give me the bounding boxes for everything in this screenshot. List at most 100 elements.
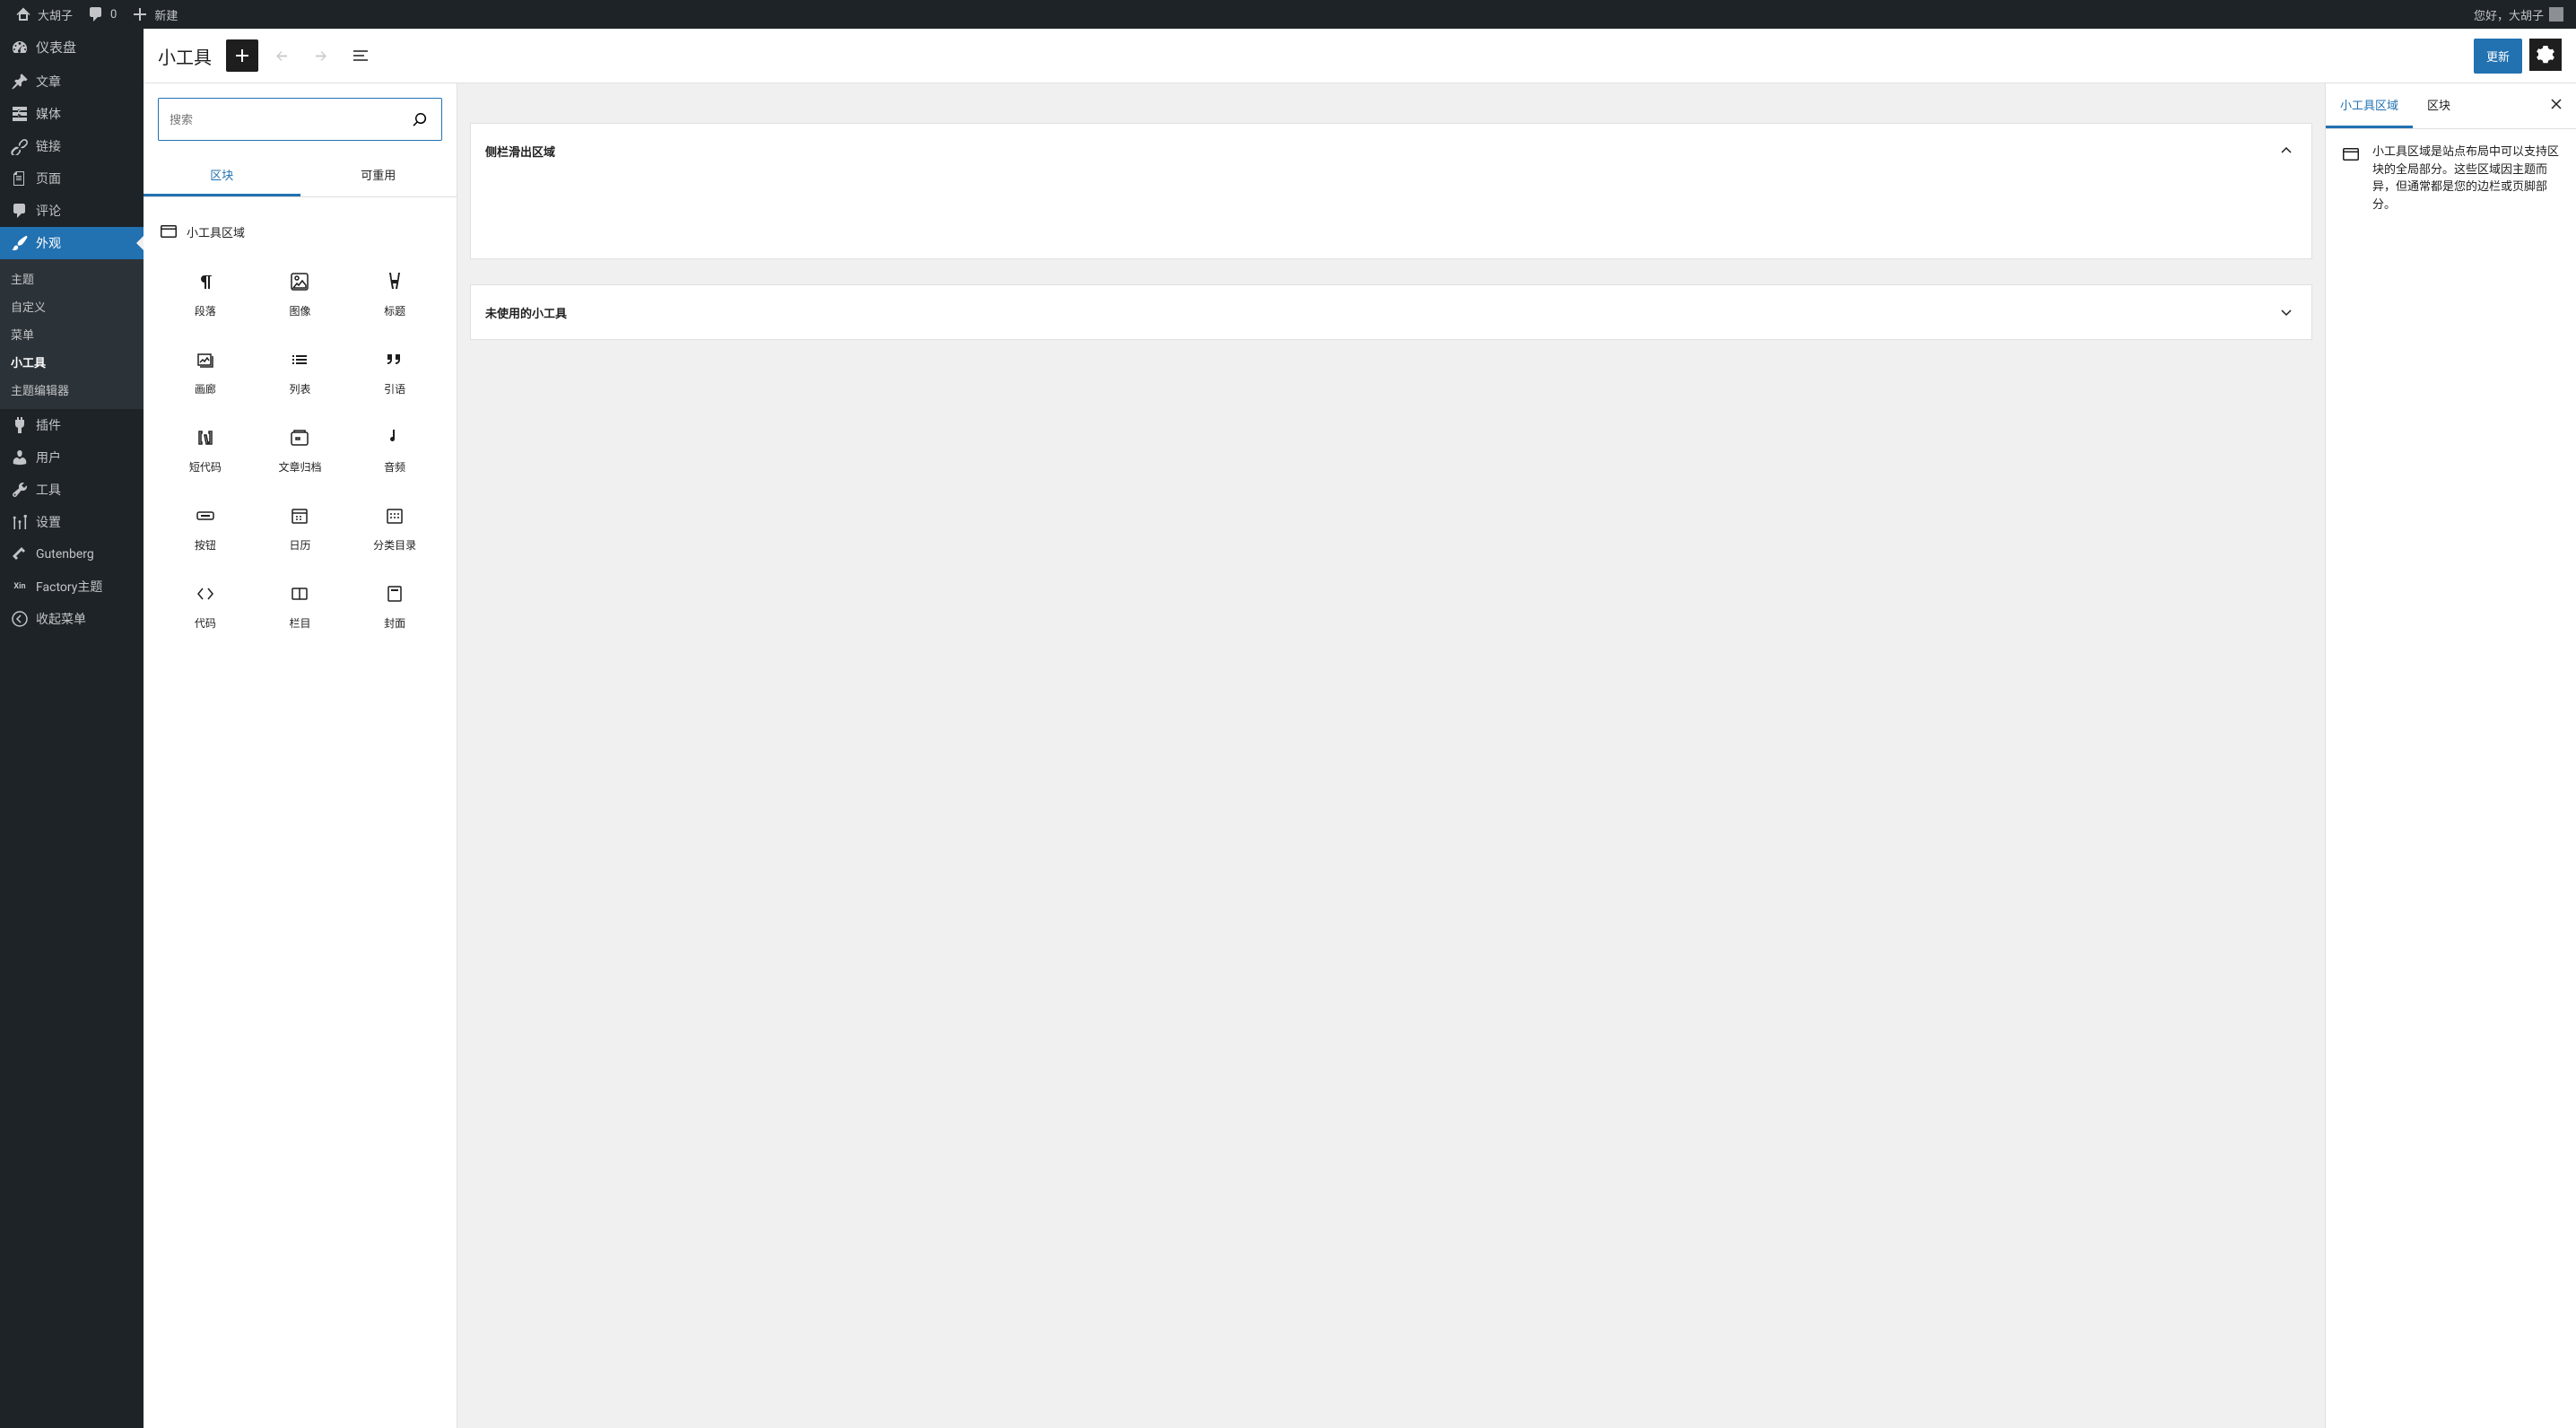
sidebar-label: 收起菜单	[36, 610, 86, 628]
search-input[interactable]	[170, 113, 409, 126]
widget-area-sidebar-slideout: 侧栏滑出区域	[470, 123, 2312, 259]
sidebar-item-users[interactable]: 用户	[0, 441, 144, 474]
category-label: 小工具区域	[187, 223, 245, 240]
collapse-icon	[11, 610, 29, 628]
sidebar-label: 插件	[36, 416, 61, 434]
block-image[interactable]: 图像	[253, 257, 348, 335]
dashboard-icon	[11, 39, 29, 57]
submenu-customize[interactable]: 自定义	[0, 292, 144, 320]
sidebar-label: 设置	[36, 513, 61, 531]
block-grid: 段落 图像 标题 画廊 列表 引语 短代码 文章归档 音频 按钮 日历 分类目录…	[158, 257, 442, 647]
page-title: 小工具	[158, 43, 212, 69]
submenu-theme-editor[interactable]: 主题编辑器	[0, 376, 144, 404]
widget-area-icon	[2340, 144, 2362, 165]
admin-bar-comments[interactable]: 0	[80, 0, 124, 29]
submenu-themes[interactable]: 主题	[0, 265, 144, 292]
sidebar-item-tools[interactable]: 工具	[0, 474, 144, 506]
sidebar-item-media[interactable]: 媒体	[0, 98, 144, 130]
admin-bar-right[interactable]: 您好，大胡子	[2474, 6, 2569, 23]
block-audio[interactable]: 音频	[347, 413, 442, 491]
list-view-button[interactable]	[344, 39, 377, 72]
sidebar-item-links[interactable]: 链接	[0, 130, 144, 162]
close-settings-button[interactable]	[2537, 97, 2576, 115]
sliders-icon	[11, 513, 29, 531]
plug-icon	[11, 416, 29, 434]
block-heading[interactable]: 标题	[347, 257, 442, 335]
sidebar-label: 外观	[36, 234, 61, 252]
tab-block[interactable]: 区块	[2413, 83, 2465, 128]
undo-button[interactable]	[265, 39, 298, 72]
search-input-wrap	[158, 98, 442, 141]
audio-icon	[384, 427, 405, 448]
block-list[interactable]: 列表	[253, 335, 348, 413]
new-label: 新建	[154, 6, 178, 23]
list-icon	[289, 349, 310, 370]
block-shortcode[interactable]: 短代码	[158, 413, 253, 491]
calendar-icon	[289, 505, 310, 527]
block-calendar[interactable]: 日历	[253, 491, 348, 569]
heading-icon	[384, 271, 405, 292]
submenu-widgets[interactable]: 小工具	[0, 348, 144, 376]
comments-icon	[11, 202, 29, 220]
tab-reusable[interactable]: 可重用	[300, 155, 457, 196]
admin-bar-site[interactable]: 大胡子	[7, 0, 80, 29]
admin-sidebar: 仪表盘 文章 媒体 链接 页面 评论 外观 主题 自定义 菜单	[0, 29, 144, 1428]
main: 小工具 更新	[144, 29, 2576, 1428]
avatar	[2549, 7, 2563, 22]
widget-area-header[interactable]: 未使用的小工具	[471, 285, 2311, 339]
sidebar-item-appearance[interactable]: 外观	[0, 227, 144, 259]
block-buttons[interactable]: 按钮	[158, 491, 253, 569]
comments-count: 0	[110, 8, 117, 22]
block-quote[interactable]: 引语	[347, 335, 442, 413]
gutenberg-icon	[11, 545, 29, 563]
sidebar-item-pages[interactable]: 页面	[0, 162, 144, 195]
block-inserter-panel: 区块 可重用 小工具区域 段落 图像 标题 画廊 列表 引语	[144, 83, 457, 1428]
settings-tabs: 小工具区域 区块	[2326, 83, 2576, 129]
block-columns[interactable]: 栏目	[253, 569, 348, 647]
quote-icon	[384, 349, 405, 370]
sidebar-item-gutenberg[interactable]: Gutenberg	[0, 538, 144, 570]
update-button[interactable]: 更新	[2474, 39, 2522, 74]
sidebar-item-dashboard[interactable]: 仪表盘	[0, 29, 144, 65]
block-archives[interactable]: 文章归档	[253, 413, 348, 491]
widget-area-body[interactable]	[471, 178, 2311, 258]
widget-area-inactive: 未使用的小工具	[470, 284, 2312, 340]
sidebar-label: 评论	[36, 202, 61, 220]
sidebar-item-collapse[interactable]: 收起菜单	[0, 603, 144, 635]
tab-widget-area[interactable]: 小工具区域	[2326, 83, 2413, 128]
sidebar-label: Gutenberg	[36, 547, 94, 562]
tab-blocks[interactable]: 区块	[144, 155, 300, 196]
link-icon	[11, 137, 29, 155]
settings-toggle-button[interactable]	[2529, 39, 2562, 71]
columns-icon	[289, 583, 310, 605]
sidebar-label: 工具	[36, 481, 61, 499]
pin-icon	[11, 73, 29, 91]
block-paragraph[interactable]: 段落	[158, 257, 253, 335]
widget-area-header[interactable]: 侧栏滑出区域	[471, 124, 2311, 178]
block-categories[interactable]: 分类目录	[347, 491, 442, 569]
inserter-category[interactable]: 小工具区域	[158, 212, 442, 257]
submenu-menus[interactable]: 菜单	[0, 320, 144, 348]
redo-icon	[310, 45, 332, 66]
block-code[interactable]: 代码	[158, 569, 253, 647]
wrench-icon	[11, 481, 29, 499]
admin-bar-new[interactable]: 新建	[124, 0, 185, 29]
inserter-search-wrap	[158, 98, 442, 141]
sidebar-item-posts[interactable]: 文章	[0, 65, 144, 98]
sidebar-item-settings[interactable]: 设置	[0, 506, 144, 538]
sidebar-label: 用户	[36, 448, 61, 466]
sidebar-item-plugins[interactable]: 插件	[0, 409, 144, 441]
block-cover[interactable]: 封面	[347, 569, 442, 647]
gear-icon	[2535, 44, 2556, 65]
sidebar-label: Factory主题	[36, 578, 102, 596]
settings-body: 小工具区域是站点布局中可以支持区块的全局部分。这些区域因主题而异，但通常都是您的…	[2326, 129, 2576, 228]
sidebar-label: 文章	[36, 73, 61, 91]
close-icon	[2549, 97, 2563, 111]
block-gallery[interactable]: 画廊	[158, 335, 253, 413]
sidebar-item-factory[interactable]: Xin Factory主题	[0, 570, 144, 603]
user-icon	[11, 448, 29, 466]
add-block-button[interactable]	[226, 39, 258, 72]
redo-button[interactable]	[305, 39, 337, 72]
categories-icon	[384, 505, 405, 527]
sidebar-item-comments[interactable]: 评论	[0, 195, 144, 227]
